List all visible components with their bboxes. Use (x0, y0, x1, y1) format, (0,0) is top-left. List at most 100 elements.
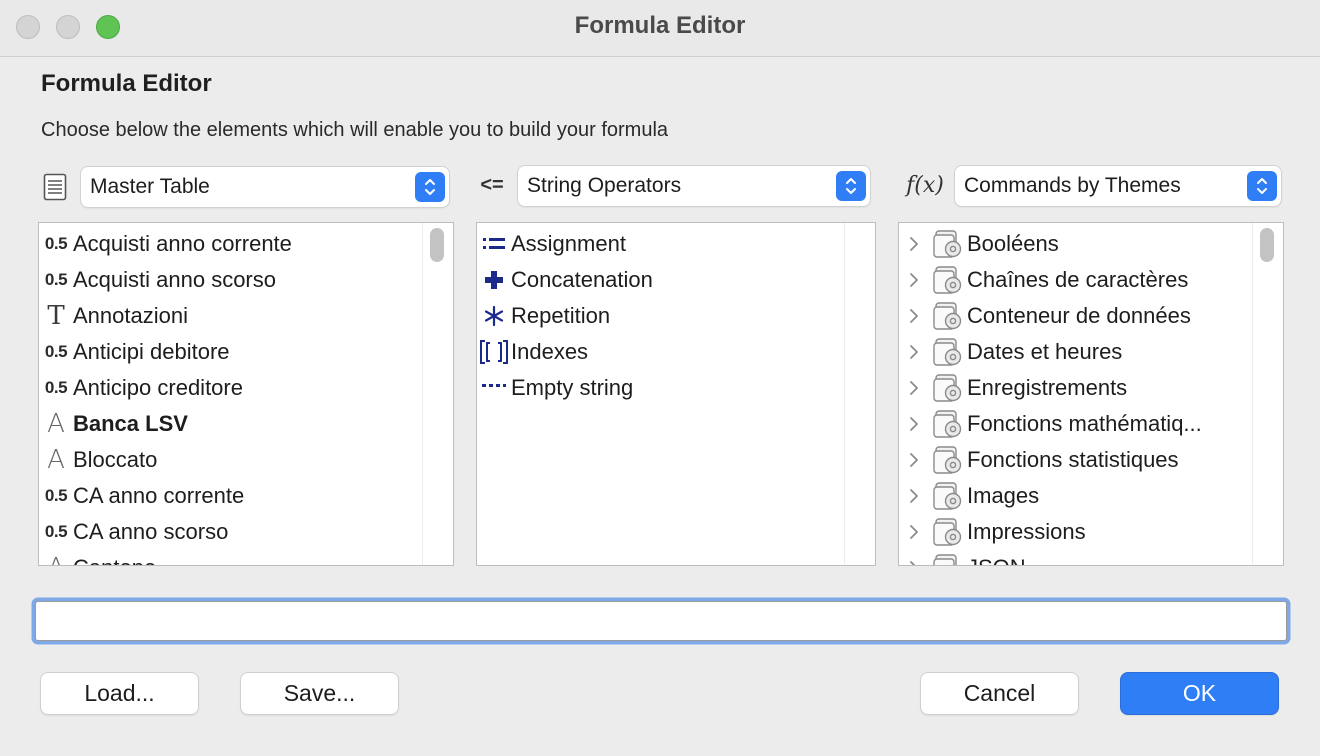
list-item[interactable]: Fonctions statistiques (899, 442, 1251, 478)
commands-scrollbar[interactable] (1252, 223, 1283, 565)
numeric-field-icon: 0.5 (44, 486, 68, 505)
operators-scrollbar[interactable] (844, 223, 875, 565)
page-subtitle: Choose below the elements which will ena… (41, 119, 669, 141)
load-button[interactable]: Load... (41, 673, 198, 714)
ok-button[interactable]: OK (1121, 673, 1278, 714)
save-button[interactable]: Save... (241, 673, 398, 714)
theme-folder-icon (929, 301, 967, 331)
list-item-label: Acquisti anno scorso (73, 267, 276, 292)
list-item[interactable]: A Bloccato (39, 442, 423, 478)
fields-list[interactable]: 0.5 Acquisti anno corrente 0.5 Acquisti ann… (38, 222, 454, 566)
theme-folder-icon (929, 337, 967, 367)
list-item-label: Booléens (967, 231, 1059, 256)
list-item-label: CA anno corrente (73, 483, 245, 508)
page-title: Formula Editor (41, 70, 212, 97)
disclosure-chevron-icon[interactable] (899, 272, 929, 288)
list-item-label: CA anno scorso (73, 519, 229, 544)
fields-scrollbar[interactable] (422, 223, 453, 565)
list-item[interactable]: Assignment (477, 226, 845, 262)
function-icon: f(x) (906, 172, 944, 198)
commands-selector[interactable]: Commands by Themes (955, 166, 1281, 206)
theme-folder-icon (929, 373, 967, 403)
theme-folder-icon (929, 229, 967, 259)
list-item[interactable]: Images (899, 478, 1251, 514)
disclosure-chevron-icon[interactable] (899, 452, 929, 468)
list-item-label: Fonctions mathématiq... (967, 411, 1202, 436)
theme-folder-icon (929, 445, 967, 475)
alpha-field-icon: A (47, 445, 65, 475)
list-item[interactable]: 0.5 Anticipi debitore (39, 334, 423, 370)
list-item[interactable]: 0.5 CA anno scorso (39, 514, 423, 550)
disclosure-chevron-icon[interactable] (899, 308, 929, 324)
scrollbar-thumb[interactable] (1260, 228, 1274, 262)
alpha-field-icon: A (39, 553, 73, 565)
list-item[interactable]: Conteneur de données (899, 298, 1251, 334)
assignment-icon (477, 234, 511, 254)
list-item[interactable]: ACantone (39, 550, 423, 565)
list-item-label: Repetition (511, 303, 611, 328)
disclosure-chevron-icon[interactable] (899, 236, 929, 252)
list-item-label: Chaînes de caractères (967, 267, 1189, 292)
theme-folder-icon (929, 409, 967, 439)
list-item[interactable]: Enregistrements (899, 370, 1251, 406)
disclosure-chevron-icon[interactable] (899, 560, 929, 565)
plus-icon (477, 269, 511, 291)
list-item[interactable]: Indexes (477, 334, 845, 370)
numeric-field-icon: 0.5 (44, 342, 68, 361)
list-item[interactable]: 0.5 CA anno corrente (39, 478, 423, 514)
list-item-label: Impressions (967, 519, 1086, 544)
list-item-label: Annotazioni (73, 303, 188, 328)
list-item[interactable]: JSON (899, 550, 1251, 565)
list-item-label: Acquisti anno corrente (73, 231, 292, 256)
list-item-label: Dates et heures (967, 339, 1123, 364)
list-item[interactable]: 0.5 Acquisti anno corrente (39, 226, 423, 262)
list-item[interactable]: A Banca LSV (39, 406, 423, 442)
chevron-up-down-icon (836, 171, 866, 201)
list-item-label: Bloccato (73, 447, 158, 472)
window-title: Formula Editor (574, 12, 746, 39)
numeric-field-icon: 0.5 (44, 522, 68, 541)
list-item[interactable]: Concatenation (477, 262, 845, 298)
text-field-icon: T (47, 301, 65, 331)
list-item[interactable]: Empty string (477, 370, 845, 406)
theme-folder-icon (929, 481, 967, 511)
operators-selector[interactable]: String Operators (518, 166, 870, 206)
chevron-up-down-icon (1247, 171, 1277, 201)
list-item[interactable]: Dates et heures (899, 334, 1251, 370)
alpha-field-icon: A (47, 409, 65, 439)
theme-folder-icon (929, 265, 967, 295)
operators-list[interactable]: Assignment Concatenation Repetition Indexes… (476, 222, 876, 566)
list-item[interactable]: Impressions (899, 514, 1251, 550)
list-item-label: Anticipo creditore (73, 375, 243, 400)
table-selector[interactable]: Master Table (81, 167, 449, 207)
scrollbar-thumb[interactable] (430, 228, 444, 262)
list-item[interactable]: Fonctions mathématiq... (899, 406, 1251, 442)
list-item[interactable]: Repetition (477, 298, 845, 334)
disclosure-chevron-icon[interactable] (899, 380, 929, 396)
asterisk-icon (477, 305, 511, 327)
formula-input[interactable] (35, 601, 1287, 641)
list-item[interactable]: Chaînes de caractères (899, 262, 1251, 298)
list-item-label: Conteneur de données (967, 303, 1191, 328)
cancel-button[interactable]: Cancel (921, 673, 1078, 714)
list-item[interactable]: 0.5 Acquisti anno scorso (39, 262, 423, 298)
list-item-label: Fonctions statistiques (967, 447, 1179, 472)
disclosure-chevron-icon[interactable] (899, 416, 929, 432)
numeric-field-icon: 0.5 (44, 270, 68, 289)
list-item-label: Assignment (511, 231, 626, 256)
brackets-icon (477, 339, 511, 365)
disclosure-chevron-icon[interactable] (899, 344, 929, 360)
numeric-field-icon: 0.5 (44, 234, 68, 253)
disclosure-chevron-icon[interactable] (899, 524, 929, 540)
list-item[interactable]: 0.5 Anticipo creditore (39, 370, 423, 406)
disclosure-chevron-icon[interactable] (899, 488, 929, 504)
numeric-field-icon: 0.5 (44, 378, 68, 397)
table-selector-value: Master Table (90, 175, 210, 198)
list-item-label: JSON (967, 555, 1026, 565)
list-item[interactable]: Booléens (899, 226, 1251, 262)
list-item[interactable]: T Annotazioni (39, 298, 423, 334)
commands-selector-value: Commands by Themes (964, 174, 1181, 197)
commands-list[interactable]: Booléens Chaînes de caractères Conteneur d… (898, 222, 1284, 566)
formula-editor-window: Formula Editor Formula Editor Choose bel… (0, 0, 1320, 756)
list-item-label: Indexes (511, 339, 589, 364)
